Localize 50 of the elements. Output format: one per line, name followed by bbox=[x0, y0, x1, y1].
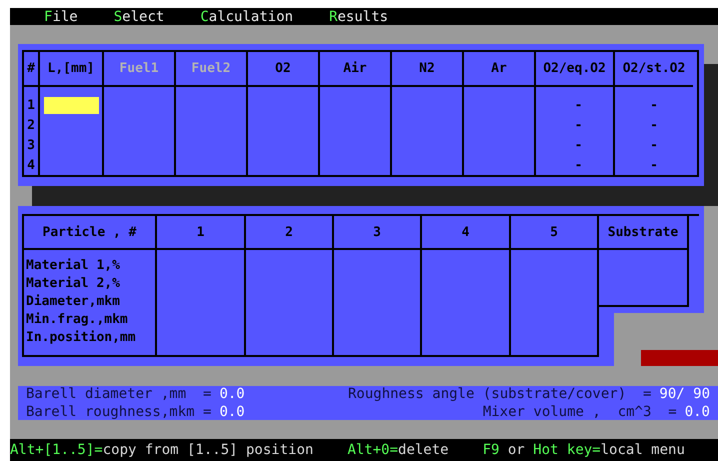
column-header: 2 bbox=[285, 226, 293, 238]
hotkey-hint[interactable]: F9 or Hot key=local menu bbox=[482, 443, 685, 457]
row-label: Material 2,% bbox=[26, 277, 121, 290]
row-label: Diameter,mkm bbox=[26, 295, 121, 308]
column-header: Ar bbox=[491, 62, 507, 75]
column-header: O2/eq.O2 bbox=[543, 62, 606, 75]
column-header: 5 bbox=[550, 226, 558, 238]
column-header: Fuel1 bbox=[119, 62, 159, 75]
column-header: # bbox=[27, 62, 35, 75]
row-label: Min.frag.,mkm bbox=[26, 313, 129, 326]
hotkey-hint[interactable]: Alt+0=delete bbox=[347, 443, 449, 457]
column-header: N2 bbox=[419, 62, 435, 75]
table-cell: - bbox=[650, 139, 658, 152]
parameter-value: 90/ 90 bbox=[659, 387, 710, 401]
parameter-label: Roughness angle (substrate/cover) = bbox=[348, 387, 652, 401]
parameter-value: 0.0 bbox=[219, 387, 245, 401]
row-label: Material 1,% bbox=[26, 259, 121, 272]
menu-item[interactable]: Calculation bbox=[200, 10, 294, 24]
column-header: L,[mm] bbox=[48, 62, 94, 75]
column-header: 3 bbox=[373, 226, 381, 238]
table-cell: - bbox=[650, 99, 658, 112]
column-header: Fuel2 bbox=[191, 62, 231, 75]
hotkey-hint[interactable]: Alt+[1..5]=copy from [1..5] position bbox=[10, 443, 314, 457]
menu-item[interactable]: Results bbox=[329, 10, 388, 24]
parameter-value: 0.0 bbox=[684, 405, 710, 419]
menu-item[interactable]: File bbox=[44, 10, 78, 24]
column-header: 1 bbox=[196, 226, 204, 238]
column-header: Air bbox=[343, 62, 367, 75]
parameter-value: 0.0 bbox=[219, 405, 245, 419]
parameter-label: Mixer volume , cm^3 = bbox=[482, 405, 677, 419]
column-header: 4 bbox=[462, 226, 470, 238]
table-cell: - bbox=[650, 159, 658, 172]
table-cell-text: - bbox=[574, 159, 582, 172]
row-label: In.position,mm bbox=[26, 331, 137, 344]
parameter-label: Barell diameter ,mm = bbox=[26, 387, 212, 401]
parameter-label: Barell roughness,mkm = bbox=[26, 405, 212, 419]
table-cell-text: - bbox=[574, 139, 582, 152]
column-header: Particle , # bbox=[42, 226, 136, 238]
input-field[interactable] bbox=[44, 97, 98, 114]
column-header: Substrate bbox=[608, 226, 678, 238]
column-header: O2 bbox=[275, 62, 291, 75]
table-cell-text: - bbox=[574, 99, 582, 112]
menu-item[interactable]: Select bbox=[114, 10, 164, 24]
row-number: 3 bbox=[27, 139, 35, 152]
row-number: 1 bbox=[27, 99, 35, 112]
row-number: 2 bbox=[27, 119, 35, 132]
column-header: O2/st.O2 bbox=[622, 62, 686, 75]
table-cell: - bbox=[650, 119, 658, 132]
row-number: 4 bbox=[27, 159, 35, 172]
table-cell-text: - bbox=[574, 119, 582, 132]
